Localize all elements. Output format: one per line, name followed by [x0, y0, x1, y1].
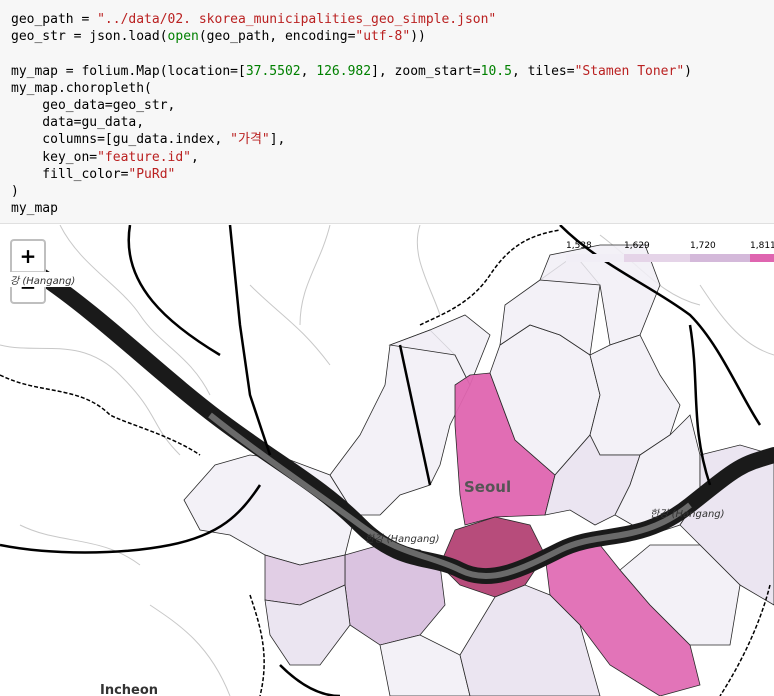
code-string: "feature.id": [97, 149, 192, 165]
legend-swatch: [624, 254, 690, 262]
hangang-label-east: 한강 (Hangang): [650, 509, 725, 520]
code-token: (geo_path, encoding=: [198, 29, 356, 45]
code-line: key_on="feature.id",: [11, 149, 774, 166]
legend-tick: 1,629: [624, 241, 650, 251]
code-editor[interactable]: geo_path = "../data/02. skorea_municipal…: [0, 0, 774, 217]
code-line: my_map: [11, 201, 58, 217]
district-light[interactable]: [379, 634, 471, 696]
legend-tick: 1,811: [750, 241, 774, 251]
legend-tick: 1,538: [566, 241, 592, 251]
code-token: geo_path =: [11, 12, 98, 27]
hangang-label-west: 강 (Hangang): [10, 272, 76, 287]
code-token: key_on=: [11, 149, 98, 165]
district-light[interactable]: [183, 454, 356, 566]
code-line: ): [11, 183, 19, 199]
map-output[interactable]: + − 1,538 1,629 1,720 1,811 Seoul 한강 (Ha…: [0, 225, 774, 696]
code-number: 10.5: [480, 63, 512, 79]
code-token: geo_str = json.load(: [11, 29, 168, 45]
code-line: my_map.choropleth(: [11, 80, 152, 96]
code-string: "가격": [230, 132, 270, 148]
code-string: "PuRd": [128, 166, 176, 182]
code-token: ,: [300, 63, 317, 79]
hangang-label: 한강 (Hangang): [365, 534, 440, 545]
code-token: )): [410, 29, 426, 45]
code-cell[interactable]: geo_path = "../data/02. skorea_municipal…: [0, 0, 774, 224]
legend-swatch: [690, 254, 750, 262]
code-token: , tiles=: [511, 63, 575, 79]
code-string: "Stamen Toner": [574, 63, 685, 79]
legend-swatch: [566, 254, 624, 262]
code-token: columns=[gu_data.index,: [11, 132, 231, 148]
district-light[interactable]: [329, 329, 471, 516]
code-token: ],: [269, 132, 286, 148]
code-token: ], zoom_start=: [371, 63, 481, 79]
code-string: "utf-8": [355, 29, 411, 45]
code-line: fill_color="PuRd": [11, 166, 774, 183]
code-number: 126.982: [316, 63, 372, 79]
code-number: 37.5502: [245, 63, 301, 79]
code-line: geo_data=geo_str,: [11, 97, 176, 113]
code-line: my_map = folium.Map(location=[37.5502, 1…: [11, 63, 774, 80]
seoul-label: Seoul: [464, 478, 512, 496]
code-string: "../data/02. skorea_municipalities_geo_s…: [97, 12, 497, 27]
code-line: geo_path = "../data/02. skorea_municipal…: [11, 11, 774, 28]
code-line: geo_str = json.load(open(geo_path, encod…: [11, 28, 774, 45]
code-token: ): [684, 63, 692, 79]
code-builtin: open: [167, 29, 199, 45]
code-token: ,: [191, 149, 199, 165]
legend: 1,538 1,629 1,720 1,811: [528, 237, 774, 271]
code-line: data=gu_data,: [11, 115, 145, 131]
code-line: columns=[gu_data.index, "가격"],: [11, 131, 774, 148]
map-canvas[interactable]: [0, 225, 774, 696]
code-token: my_map = folium.Map(location=[: [11, 63, 246, 79]
code-token: fill_color=: [11, 166, 129, 182]
incheon-label: Incheon: [100, 683, 159, 696]
legend-tick: 1,720: [690, 241, 716, 251]
legend-swatch: [750, 254, 774, 262]
zoom-in-button[interactable]: +: [12, 241, 44, 271]
